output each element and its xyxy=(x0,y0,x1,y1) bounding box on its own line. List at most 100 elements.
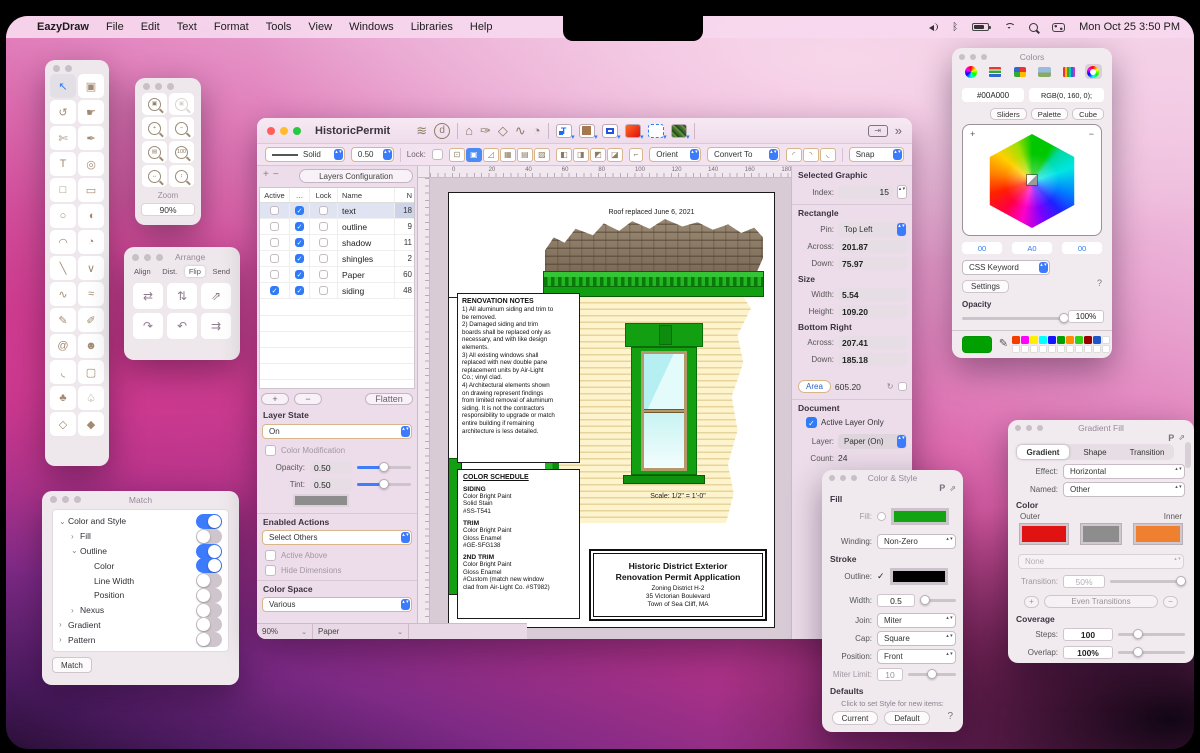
view-mode-button[interactable]: Palette xyxy=(1031,108,1068,120)
steps-field[interactable]: 100 xyxy=(1063,628,1113,641)
height-field[interactable]: 109.20 xyxy=(838,305,907,318)
permit-title-block[interactable]: Historic District Exterior Renovation Pe… xyxy=(589,549,767,621)
knife-tool[interactable]: ✄ xyxy=(50,126,76,150)
layer-row[interactable]: Paper 60 xyxy=(260,267,414,283)
flip-orientation-button[interactable]: ⌐ xyxy=(629,148,643,162)
layer-visible-checkbox[interactable] xyxy=(295,238,305,248)
match-toggle[interactable] xyxy=(196,617,222,632)
join-select[interactable]: Miter▴ ▾ xyxy=(877,613,956,628)
stroke-color-swatch[interactable] xyxy=(890,568,948,585)
refresh-icon[interactable]: ↻ xyxy=(887,382,894,391)
circle-tool[interactable]: ○ xyxy=(50,204,76,228)
disclosure-icon[interactable]: ⌄ xyxy=(71,546,80,555)
align-tr-button[interactable]: ◨ xyxy=(573,148,589,162)
expand-panel-icon[interactable]: ⇗ xyxy=(949,484,956,493)
active-above-checkbox[interactable] xyxy=(265,550,276,561)
width-field[interactable]: 5.54 xyxy=(838,288,907,301)
layer-row[interactable]: shadow 11 xyxy=(260,235,414,251)
silhouette-tool[interactable]: ☻ xyxy=(78,334,104,358)
remove-layer-button[interactable]: − xyxy=(273,169,279,180)
mid-color-swatch[interactable] xyxy=(1081,524,1121,544)
corner-square-button[interactable]: ◟ xyxy=(820,148,836,162)
target-tool[interactable]: ◎ xyxy=(78,152,104,176)
roundrect-tool[interactable]: ▢ xyxy=(78,360,104,384)
spiral-tool[interactable]: @ xyxy=(50,334,76,358)
layer-visible-checkbox[interactable] xyxy=(295,222,305,232)
square-tool[interactable]: □ xyxy=(50,178,76,202)
fill-mode-button[interactable]: ▣ xyxy=(466,148,482,162)
gauge-tool-icon[interactable]: ◔ xyxy=(533,123,541,138)
wifi-icon[interactable] xyxy=(1003,23,1015,32)
toolbar-divider[interactable] xyxy=(694,123,695,139)
pattern-style-button[interactable] xyxy=(671,124,687,138)
palette-swatch[interactable] xyxy=(1039,336,1047,344)
pouch-tool[interactable]: ♤ xyxy=(78,386,104,410)
bluetooth-icon[interactable]: ᛒ xyxy=(952,23,958,32)
pentagon-tool[interactable]: ◇ xyxy=(50,412,76,436)
palette-swatch[interactable] xyxy=(1102,336,1110,344)
enabled-actions-select[interactable]: Select Others▴ ▾ xyxy=(262,530,412,545)
pin-panel-icon[interactable]: P xyxy=(1168,433,1174,443)
add-transition-button[interactable]: + xyxy=(1024,596,1039,608)
line-style-select[interactable]: Solid▴ ▾ xyxy=(265,147,345,162)
corner-tool[interactable]: ◟ xyxy=(50,360,76,384)
control-center-icon[interactable] xyxy=(1052,23,1065,32)
roof-shingles-drawing[interactable] xyxy=(545,219,763,273)
menu-item[interactable]: File xyxy=(106,21,124,33)
panel-scrollbar[interactable] xyxy=(1185,442,1191,468)
palette-swatch[interactable] xyxy=(1021,336,1029,344)
tint-slider[interactable] xyxy=(357,483,411,486)
disclosure-icon[interactable]: › xyxy=(71,532,80,541)
layer-lock-checkbox[interactable] xyxy=(319,238,329,248)
layer-visible-checkbox[interactable] xyxy=(295,206,305,216)
disclosure-icon[interactable]: › xyxy=(59,620,68,629)
opacity-field[interactable]: 0.50 xyxy=(310,461,352,474)
layer-state-select[interactable]: On▴ ▾ xyxy=(262,424,412,439)
color-schedule-box[interactable]: COLOR SCHEDULE SIDING Color Bright Paint… xyxy=(457,469,580,619)
palette-swatch[interactable] xyxy=(1012,345,1020,353)
zoom-page-tool[interactable]: ▤ xyxy=(142,141,167,163)
palette-swatch[interactable] xyxy=(1057,345,1065,353)
frame-style-button[interactable] xyxy=(602,124,618,138)
even-transitions-button[interactable]: Even Transitions xyxy=(1044,595,1158,608)
palette-swatch[interactable] xyxy=(1093,336,1101,344)
menu-item[interactable]: Windows xyxy=(349,21,394,33)
zoom-100-tool[interactable]: 100 xyxy=(169,141,194,163)
flip-horizontal-button[interactable]: ⇄ xyxy=(133,283,163,309)
rotate-ccw-button[interactable]: ↶ xyxy=(167,313,197,339)
arrange-tab[interactable]: Dist. xyxy=(158,266,181,277)
index-stepper[interactable]: ▴ ▾ xyxy=(897,185,907,199)
arrange-tab[interactable]: Align xyxy=(130,266,155,277)
footer-layer-select[interactable]: Paper⌄ xyxy=(313,624,409,639)
outer-color-swatch[interactable] xyxy=(1020,524,1068,544)
css-keyword-select[interactable]: CSS Keyword▴ ▾ xyxy=(962,260,1050,275)
stroke-width-slider[interactable] xyxy=(920,599,956,602)
remove-transition-button[interactable]: − xyxy=(1163,596,1178,608)
wedge-tool[interactable]: ◔ xyxy=(78,230,104,254)
color-wheel-tab[interactable] xyxy=(962,64,979,79)
gradient-tab[interactable]: Transition xyxy=(1121,445,1173,459)
align-tl-button[interactable]: ◧ xyxy=(556,148,572,162)
hand-tool[interactable]: ☛ xyxy=(78,100,104,124)
hex-value-field[interactable]: #00A000 xyxy=(962,88,1024,102)
match-toggle[interactable] xyxy=(196,588,222,603)
draft-tools-icon[interactable]: ✑ xyxy=(480,123,491,139)
more-tools-chevron[interactable]: » xyxy=(895,123,902,138)
zoom-in-button[interactable]: + xyxy=(970,129,975,139)
brush-tool[interactable]: ✐ xyxy=(78,308,104,332)
inspector-toggle-icon[interactable]: ⇥ xyxy=(868,125,888,137)
shade-mode-button[interactable]: ▦ xyxy=(500,148,516,162)
eyedropper-tool[interactable]: ✒ xyxy=(78,126,104,150)
gradient-tab[interactable]: Gradient xyxy=(1017,445,1069,459)
measure-tool[interactable]: ▣ xyxy=(78,74,104,98)
default-button[interactable]: Default xyxy=(884,711,930,725)
palette-swatch[interactable] xyxy=(1039,345,1047,353)
window-header-drawing[interactable] xyxy=(625,323,703,347)
palette-swatch[interactable] xyxy=(1030,336,1038,344)
channel-field[interactable]: 00 xyxy=(1062,242,1102,254)
color-palette-tab[interactable] xyxy=(1011,64,1028,79)
expand-panel-icon[interactable]: ⇗ xyxy=(1178,433,1185,443)
ellipse-tool[interactable]: ◖ xyxy=(78,204,104,228)
window-sill-drawing[interactable] xyxy=(623,475,705,484)
fill-style-button[interactable] xyxy=(579,124,595,138)
